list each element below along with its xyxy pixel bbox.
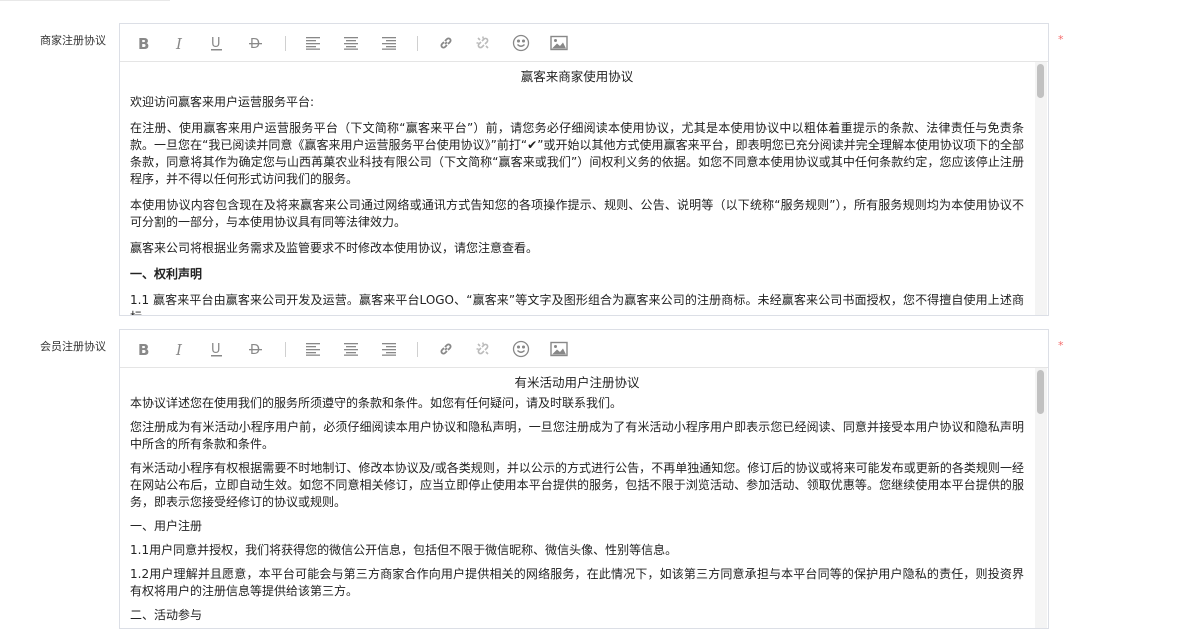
link-icon[interactable]	[435, 340, 457, 358]
image-icon[interactable]	[548, 340, 570, 358]
agreement-paragraph: 本协议详述您在使用我们的服务所须遵守的条款和条件。如您有任何疑问，请及时联系我们…	[130, 396, 623, 410]
toolbar-separator	[285, 342, 286, 357]
agreement-title: 赢客来商家使用协议	[520, 69, 634, 84]
emoji-icon[interactable]	[510, 340, 532, 358]
scrollbar-thumb[interactable]	[1037, 370, 1044, 414]
svg-text:U: U	[211, 36, 221, 51]
editor-content[interactable]: 赢客来商家使用协议 欢迎访问赢客来用户运营服务平台: 在注册、使用赢客来用户运营…	[120, 62, 1034, 315]
underline-icon[interactable]: U	[206, 34, 228, 52]
svg-text:U: U	[211, 342, 221, 357]
agreement-paragraph: 1.2用户理解并且愿意，本平台可能会与第三方商家合作向用户提供相关的网络服务，在…	[130, 567, 1024, 598]
agreement-paragraph: 有米活动小程序有权根据需要不时地制订、修改本协议及/或各类规则，并以公示的方式进…	[130, 461, 1024, 509]
agreement-paragraph: 在注册、使用赢客来用户运营服务平台（下文简称“赢客来平台”）前，请您务必仔细阅读…	[130, 121, 1024, 186]
emoji-icon[interactable]	[510, 34, 532, 52]
agreement-paragraph: 欢迎访问赢客来用户运营服务平台:	[130, 95, 315, 109]
editor-scrollbar[interactable]	[1035, 62, 1047, 315]
agreement-paragraph: 本使用协议内容包含现在及将来赢客来公司通过网络或通讯方式告知您的各项操作提示、规…	[130, 198, 1024, 229]
agreement-section-heading: 一、权利声明	[130, 267, 203, 281]
svg-text:B: B	[138, 341, 149, 357]
toolbar-separator	[285, 36, 286, 51]
italic-icon[interactable]: I	[170, 34, 192, 52]
align-right-icon[interactable]	[378, 340, 400, 358]
agreement-section-heading: 二、活动参与	[130, 608, 203, 622]
agreement-paragraph: 1.1用户同意并授权，我们将获得您的微信公开信息，包括但不限于微信昵称、微信头像…	[130, 543, 678, 557]
svg-text:I: I	[175, 341, 183, 357]
underline-icon[interactable]: U	[206, 340, 228, 358]
agreement-section-heading: 一、用户注册	[130, 519, 203, 533]
unlink-icon[interactable]	[472, 340, 494, 358]
toolbar-separator	[417, 36, 418, 51]
bold-icon[interactable]: B	[133, 340, 155, 358]
merchant-required-mark: *	[1058, 33, 1064, 46]
agreement-paragraph: 您注册成为有米活动小程序用户前，必须仔细阅读本用户协议和隐私声明，一旦您注册成为…	[130, 420, 1024, 451]
editor-toolbar: B I U D	[120, 330, 1048, 368]
top-divider	[0, 0, 170, 1]
merchant-agreement-editor[interactable]: B I U D 赢客来商家使用协议 欢迎访问赢客来用户运营服务平台: 在注册、使…	[119, 23, 1049, 316]
image-icon[interactable]	[548, 34, 570, 52]
member-required-mark: *	[1058, 339, 1064, 352]
member-agreement-editor[interactable]: B I U D 有米活动用户注册协议 本协议详述您在使用我们的服务所须遵守的条款…	[119, 329, 1049, 629]
merchant-agreement-label: 商家注册协议	[40, 34, 106, 47]
agreement-paragraph: 1.1 赢客来平台由赢客来公司开发及运营。赢客来平台LOGO、“赢客来”等文字及…	[130, 293, 1024, 315]
align-center-icon[interactable]	[340, 340, 362, 358]
strikethrough-icon[interactable]: D	[245, 34, 267, 52]
strikethrough-icon[interactable]: D	[245, 340, 267, 358]
align-right-icon[interactable]	[378, 34, 400, 52]
unlink-icon[interactable]	[472, 34, 494, 52]
link-icon[interactable]	[435, 34, 457, 52]
toolbar-separator	[417, 342, 418, 357]
align-center-icon[interactable]	[340, 34, 362, 52]
editor-content[interactable]: 有米活动用户注册协议 本协议详述您在使用我们的服务所须遵守的条款和条件。如您有任…	[120, 368, 1034, 628]
agreement-title: 有米活动用户注册协议	[514, 375, 640, 390]
bold-icon[interactable]: B	[133, 34, 155, 52]
editor-scrollbar[interactable]	[1035, 368, 1047, 628]
align-left-icon[interactable]	[302, 34, 324, 52]
editor-toolbar: B I U D	[120, 24, 1048, 62]
scrollbar-thumb[interactable]	[1037, 64, 1044, 98]
member-agreement-label: 会员注册协议	[40, 340, 106, 353]
align-left-icon[interactable]	[302, 340, 324, 358]
svg-text:I: I	[175, 35, 183, 51]
italic-icon[interactable]: I	[170, 340, 192, 358]
svg-text:B: B	[138, 35, 149, 51]
agreement-paragraph: 赢客来公司将根据业务需求及监管要求不时修改本使用协议，请您注意查看。	[130, 241, 539, 255]
